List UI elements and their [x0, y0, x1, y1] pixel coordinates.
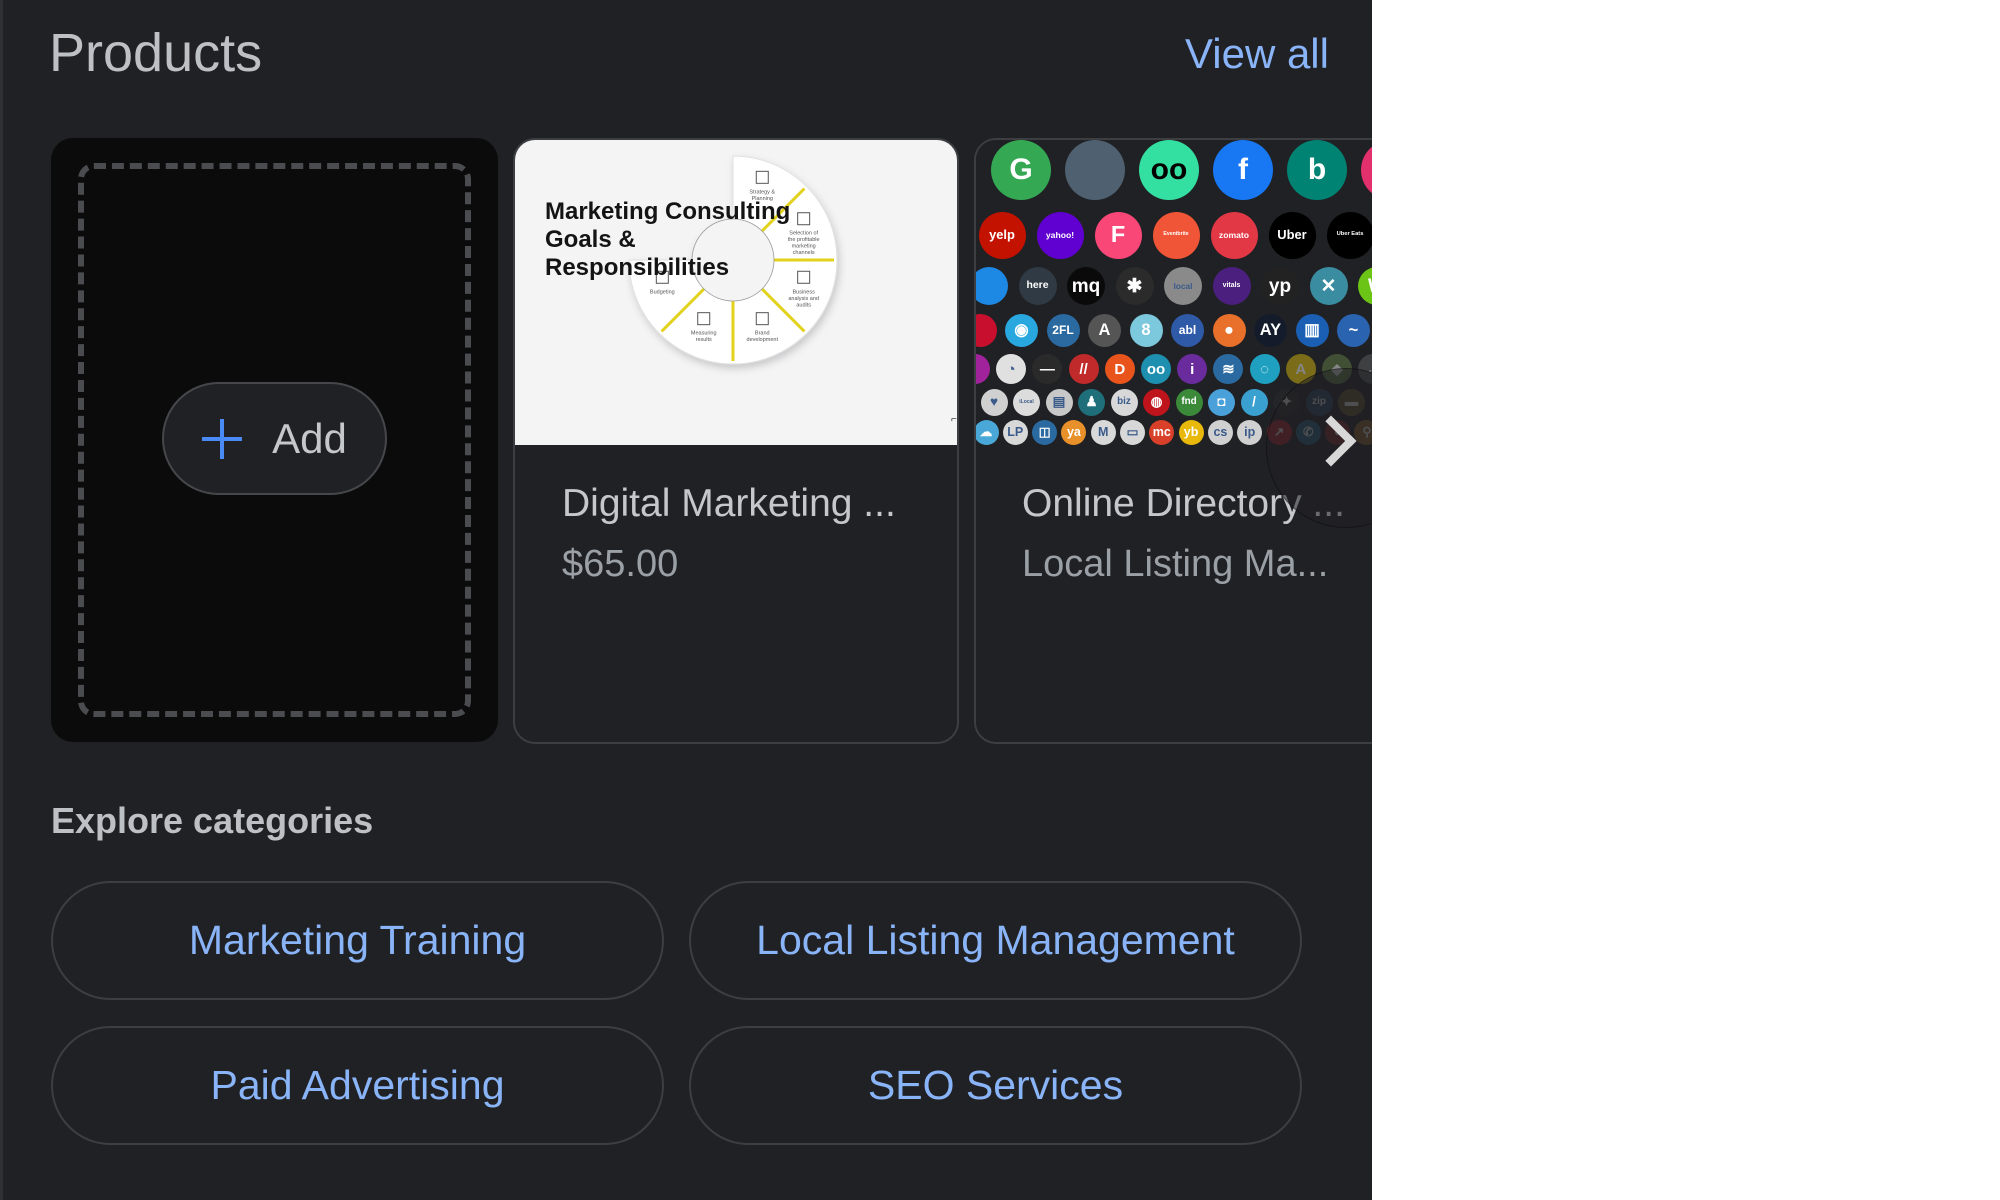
here-icon: here: [1018, 267, 1057, 305]
tupalo-icon: A: [1088, 313, 1121, 347]
ilocal-icon: iLocal: [1013, 388, 1040, 416]
product-name: Digital Marketing ...: [562, 482, 896, 525]
dialo-icon: [976, 354, 990, 384]
products-panel: Products View all Add Strategy & Planning…: [0, 0, 1372, 1200]
brownbook-icon: ▥: [1295, 313, 1329, 347]
dandb-icon: ◘: [1208, 388, 1235, 416]
navmii-icon: ✕: [1309, 267, 1348, 305]
category-pill-seo-services[interactable]: SEO Services: [689, 1026, 1302, 1145]
mapquest-icon: mq: [1067, 267, 1105, 305]
vitals-icon: vitals: [1212, 267, 1251, 305]
2findlocal-icon: 2FL: [1046, 313, 1080, 347]
yahoo-icon: yahoo!: [1036, 211, 1084, 259]
product-card[interactable]: Strategy & Planning Selection of the profit…: [513, 138, 959, 744]
view-all-link[interactable]: View all: [1185, 30, 1329, 78]
chamberofcommerce-icon: ●: [1212, 313, 1246, 347]
category-pill-paid-advertising[interactable]: Paid Advertising: [51, 1026, 664, 1145]
zomato-icon: zomato: [1210, 211, 1258, 259]
panel-left-border: [0, 0, 3, 1200]
add-product-button[interactable]: Add: [162, 382, 387, 495]
localpages-icon: LP: [1002, 419, 1028, 445]
diagram-wheel: Strategy & PlanningSelection of the profit…: [628, 155, 957, 425]
fndit-icon: fnd: [1175, 388, 1203, 416]
foursquare-icon: F: [1094, 211, 1142, 259]
instagram-icon: [1361, 140, 1372, 200]
showmelocal-icon: ♥: [980, 388, 1008, 416]
diagram-title: Marketing Consulting Goals & Responsibil…: [545, 198, 791, 281]
product-image-diagram: Strategy & Planning Selection of the profit…: [515, 140, 957, 445]
category-pill-local-listing-management[interactable]: Local Listing Management: [689, 881, 1302, 1000]
wikimapia-icon: W: [1358, 267, 1372, 305]
yellow-pages-icon: yp: [1261, 267, 1299, 305]
facebook-icon: f: [1213, 140, 1273, 200]
chevron-right-icon: [1305, 415, 1357, 467]
airyell-icon: AY: [1254, 313, 1287, 347]
cybo-icon: ◍: [1143, 388, 1170, 416]
add-button-label: Add: [272, 414, 347, 462]
insiderpages-icon: ip: [1237, 419, 1263, 445]
product-price: $65.00: [562, 543, 679, 585]
google-maps-icon: G: [991, 140, 1051, 200]
ezlocal-icon: —: [1032, 354, 1063, 384]
diagram-watermark: ⌐: [951, 414, 957, 425]
merchantcircle-icon: ▭: [1120, 419, 1145, 445]
hotfrog-icon: ◉: [1005, 313, 1038, 347]
storeboard-icon: ▤: [1045, 388, 1073, 416]
eventbrite-icon: Eventbrite: [1152, 211, 1200, 259]
mylocalservices-icon: ◌: [1249, 354, 1280, 384]
add-product-card: Add: [51, 138, 498, 742]
mojopages-icon: M: [1090, 419, 1116, 445]
pinpoint-icon: /: [1240, 388, 1268, 416]
8coupons-icon: 8: [1129, 313, 1163, 347]
local-icon: local: [1164, 267, 1202, 305]
explore-categories-title: Explore categories: [51, 800, 374, 841]
tupalo-2-icon: ♟: [1078, 388, 1105, 416]
weather-icon: ☁: [976, 419, 999, 445]
cylex-icon: ~: [1337, 313, 1370, 347]
category-pill-marketing-training[interactable]: Marketing Training: [51, 881, 664, 1000]
waze-like-icon: [976, 267, 1008, 305]
infobel-icon: i: [1177, 354, 1208, 384]
ablocal-icon: abl: [1171, 313, 1204, 347]
getfave-icon: D: [1104, 354, 1135, 384]
tripadvisor-icon: oo: [1139, 140, 1199, 200]
yelp-icon: yelp: [978, 211, 1026, 259]
citysquares-icon: cs: [1207, 419, 1233, 445]
elocal-icon: ◔: [996, 354, 1027, 384]
section-title-products: Products: [49, 23, 263, 83]
fyple-icon: //: [1068, 354, 1099, 384]
bing-icon: b: [1287, 140, 1347, 200]
bizlocal-icon: biz: [1110, 388, 1138, 416]
plus-icon: [202, 418, 243, 459]
uber-eats-icon: Uber Eats: [1326, 211, 1372, 259]
uber-icon: Uber: [1268, 211, 1316, 259]
frog-icon: ✱: [1115, 267, 1154, 305]
localstack-icon: ≋: [1213, 354, 1244, 384]
mapsconnect-icon: ◫: [1032, 419, 1058, 445]
apple-icon: [1065, 140, 1125, 200]
citysearch-icon: [976, 313, 997, 347]
product-category: Local Listing Ma...: [1022, 543, 1329, 585]
mc-icon: mc: [1149, 419, 1175, 445]
yellowbot-icon: yb: [1178, 419, 1204, 445]
iglobal-icon: oo: [1141, 354, 1171, 384]
diagram-segment-label: Budgeting: [650, 289, 675, 295]
yalwa-icon: ya: [1061, 419, 1087, 445]
